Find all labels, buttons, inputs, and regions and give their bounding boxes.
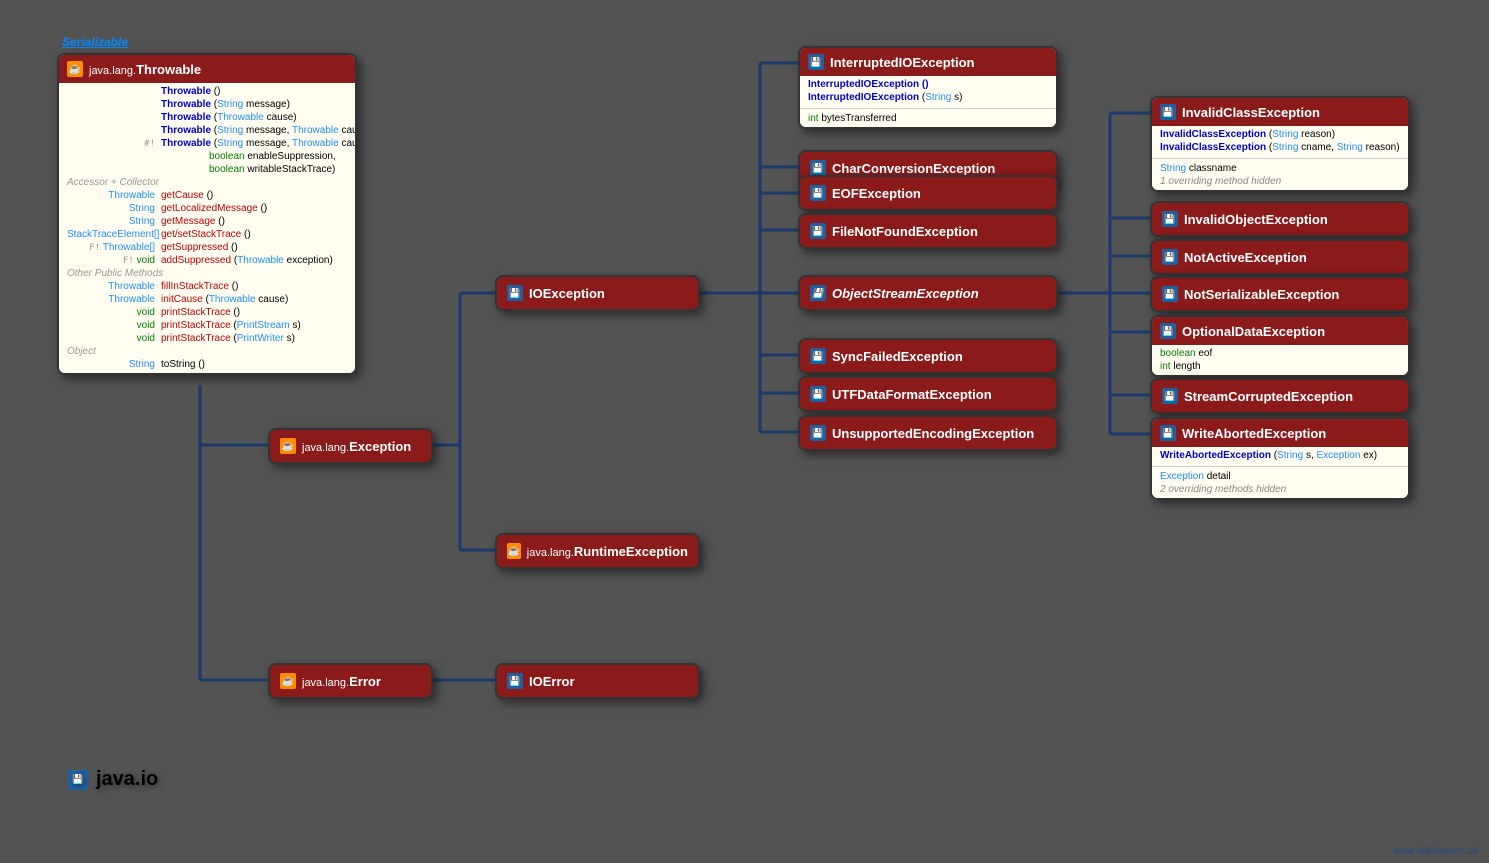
class-unsupportedencodingexception[interactable]: UnsupportedEncodingException <box>798 415 1058 451</box>
class-streamcorruptedexception[interactable]: StreamCorruptedException <box>1150 378 1410 414</box>
class-filenotfoundexception[interactable]: FileNotFoundException <box>798 213 1058 249</box>
disk-icon <box>810 185 826 201</box>
package-label: java.io <box>68 768 158 791</box>
disk-icon <box>810 348 826 364</box>
disk-icon <box>1162 211 1178 227</box>
disk-icon <box>1160 425 1176 441</box>
disk-icon <box>1162 286 1178 302</box>
disk-icon <box>808 54 824 70</box>
disk-icon <box>1160 323 1176 339</box>
class-runtimeexception[interactable]: java.lang.RuntimeException <box>495 533 700 569</box>
disk-icon <box>810 425 826 441</box>
class-invalidobjectexception[interactable]: InvalidObjectException <box>1150 201 1410 237</box>
cup-icon <box>280 438 296 454</box>
class-writeabortedexception[interactable]: WriteAbortedException WriteAbortedExcept… <box>1150 417 1410 500</box>
class-invalidclassexception[interactable]: InvalidClassException InvalidClassExcept… <box>1150 96 1410 192</box>
disk-icon <box>810 160 826 176</box>
class-syncfailedexception[interactable]: SyncFailedException <box>798 338 1058 374</box>
class-header-throwable: java.lang.Throwable <box>59 55 355 83</box>
class-objectstreamexception[interactable]: ObjectStreamException <box>798 275 1058 311</box>
disk-icon <box>507 673 523 689</box>
class-ioerror[interactable]: IOError <box>495 663 700 699</box>
disk-icon <box>1160 104 1176 120</box>
interface-serializable[interactable]: Serializable <box>62 35 128 49</box>
class-error[interactable]: java.lang.Error <box>268 663 433 699</box>
class-optionaldataexception[interactable]: OptionalDataException boolean eof int le… <box>1150 315 1410 377</box>
disk-icon <box>810 386 826 402</box>
class-body-throwable: Throwable () Throwable (String message) … <box>59 83 355 373</box>
disk-icon <box>810 223 826 239</box>
class-utfdataformatexception[interactable]: UTFDataFormatException <box>798 376 1058 412</box>
class-interruptedioexception[interactable]: InterruptedIOException InterruptedIOExce… <box>798 46 1058 129</box>
credit-link[interactable]: www.falkhausen.de <box>1393 846 1479 857</box>
class-ioexception[interactable]: IOException <box>495 275 700 311</box>
class-eofexception[interactable]: EOFException <box>798 175 1058 211</box>
class-throwable[interactable]: java.lang.Throwable Throwable () Throwab… <box>57 53 357 375</box>
class-exception[interactable]: java.lang.Exception <box>268 428 433 464</box>
cup-icon <box>67 61 83 77</box>
class-notactiveexception[interactable]: NotActiveException <box>1150 239 1410 275</box>
disk-icon <box>1162 249 1178 265</box>
disk-icon <box>810 285 826 301</box>
class-notserializableexception[interactable]: NotSerializableException <box>1150 276 1410 312</box>
cup-icon <box>507 543 521 559</box>
cup-icon <box>280 673 296 689</box>
disk-icon <box>68 770 88 790</box>
disk-icon <box>507 285 523 301</box>
disk-icon <box>1162 388 1178 404</box>
